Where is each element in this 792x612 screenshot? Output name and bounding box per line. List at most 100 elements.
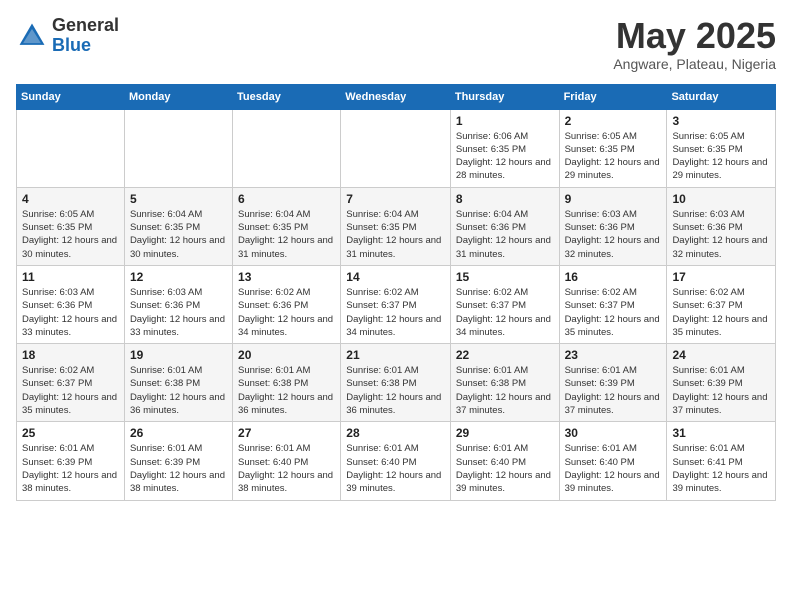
day-info: Sunrise: 6:01 AMSunset: 6:40 PMDaylight:… [238,442,335,495]
title-block: May 2025 Angware, Plateau, Nigeria [613,16,776,72]
day-number: 22 [456,348,554,362]
table-row [341,109,451,187]
day-number: 15 [456,270,554,284]
day-number: 27 [238,426,335,440]
day-info: Sunrise: 6:01 AMSunset: 6:40 PMDaylight:… [565,442,662,495]
table-row: 5 Sunrise: 6:04 AMSunset: 6:35 PMDaylight… [124,187,232,265]
table-row: 20 Sunrise: 6:01 AMSunset: 6:38 PMDayligh… [233,344,341,422]
day-info: Sunrise: 6:01 AMSunset: 6:39 PMDaylight:… [565,364,662,417]
header-sunday: Sunday [17,84,125,109]
day-number: 14 [346,270,445,284]
day-info: Sunrise: 6:02 AMSunset: 6:37 PMDaylight:… [672,286,770,339]
day-info: Sunrise: 6:04 AMSunset: 6:35 PMDaylight:… [130,208,227,261]
day-number: 20 [238,348,335,362]
table-row: 13 Sunrise: 6:02 AMSunset: 6:36 PMDayligh… [233,265,341,343]
day-info: Sunrise: 6:02 AMSunset: 6:37 PMDaylight:… [346,286,445,339]
day-info: Sunrise: 6:02 AMSunset: 6:37 PMDaylight:… [565,286,662,339]
day-number: 8 [456,192,554,206]
location-text: Angware, Plateau, Nigeria [613,56,776,72]
table-row: 7 Sunrise: 6:04 AMSunset: 6:35 PMDaylight… [341,187,451,265]
header-wednesday: Wednesday [341,84,451,109]
table-row: 16Sunrise: 6:02 AMSunset: 6:37 PMDayligh… [559,265,667,343]
table-row: 31 Sunrise: 6:01 AMSunset: 6:41 PMDayligh… [667,422,776,500]
day-info: Sunrise: 6:05 AMSunset: 6:35 PMDaylight:… [565,130,662,183]
table-row: 28 Sunrise: 6:01 AMSunset: 6:40 PMDayligh… [341,422,451,500]
table-row: 23 Sunrise: 6:01 AMSunset: 6:39 PMDayligh… [559,344,667,422]
table-row: 1 Sunrise: 6:06 AMSunset: 6:35 PMDaylight… [450,109,559,187]
day-number: 2 [565,114,662,128]
day-info: Sunrise: 6:02 AMSunset: 6:37 PMDaylight:… [22,364,119,417]
day-number: 13 [238,270,335,284]
day-info: Sunrise: 6:01 AMSunset: 6:38 PMDaylight:… [130,364,227,417]
day-info: Sunrise: 6:01 AMSunset: 6:38 PMDaylight:… [456,364,554,417]
table-row: 18 Sunrise: 6:02 AMSunset: 6:37 PMDayligh… [17,344,125,422]
table-row: 24 Sunrise: 6:01 AMSunset: 6:39 PMDayligh… [667,344,776,422]
table-row: 8Sunrise: 6:04 AMSunset: 6:36 PMDaylight… [450,187,559,265]
day-info: Sunrise: 6:01 AMSunset: 6:38 PMDaylight:… [238,364,335,417]
table-row: 30 Sunrise: 6:01 AMSunset: 6:40 PMDayligh… [559,422,667,500]
logo-icon [16,20,48,52]
header-saturday: Saturday [667,84,776,109]
logo-blue-text: Blue [52,36,119,56]
header-monday: Monday [124,84,232,109]
day-number: 18 [22,348,119,362]
table-row: 3 Sunrise: 6:05 AMSunset: 6:35 PMDaylight… [667,109,776,187]
day-info: Sunrise: 6:01 AMSunset: 6:39 PMDaylight:… [672,364,770,417]
table-row: 15 Sunrise: 6:02 AMSunset: 6:37 PMDayligh… [450,265,559,343]
table-row: 14 Sunrise: 6:02 AMSunset: 6:37 PMDayligh… [341,265,451,343]
day-info: Sunrise: 6:02 AMSunset: 6:36 PMDaylight:… [238,286,335,339]
table-row: 19 Sunrise: 6:01 AMSunset: 6:38 PMDayligh… [124,344,232,422]
day-number: 26 [130,426,227,440]
table-row: 21 Sunrise: 6:01 AMSunset: 6:38 PMDayligh… [341,344,451,422]
day-number: 19 [130,348,227,362]
day-number: 23 [565,348,662,362]
day-number: 21 [346,348,445,362]
table-row: 17 Sunrise: 6:02 AMSunset: 6:37 PMDayligh… [667,265,776,343]
day-number: 5 [130,192,227,206]
day-number: 17 [672,270,770,284]
day-info: Sunrise: 6:01 AMSunset: 6:39 PMDaylight:… [130,442,227,495]
table-row: 2 Sunrise: 6:05 AMSunset: 6:35 PMDaylight… [559,109,667,187]
header-thursday: Thursday [450,84,559,109]
day-info: Sunrise: 6:03 AMSunset: 6:36 PMDaylight:… [22,286,119,339]
day-info: Sunrise: 6:01 AMSunset: 6:38 PMDaylight:… [346,364,445,417]
day-number: 25 [22,426,119,440]
day-info: Sunrise: 6:03 AMSunset: 6:36 PMDaylight:… [130,286,227,339]
day-number: 31 [672,426,770,440]
day-number: 11 [22,270,119,284]
calendar-header: Sunday Monday Tuesday Wednesday Thursday… [17,84,776,109]
day-number: 7 [346,192,445,206]
day-number: 28 [346,426,445,440]
day-info: Sunrise: 6:01 AMSunset: 6:41 PMDaylight:… [672,442,770,495]
table-row: 4 Sunrise: 6:05 AMSunset: 6:35 PMDaylight… [17,187,125,265]
table-row: 6Sunrise: 6:04 AMSunset: 6:35 PMDaylight… [233,187,341,265]
day-number: 9 [565,192,662,206]
day-info: Sunrise: 6:04 AMSunset: 6:35 PMDaylight:… [346,208,445,261]
day-info: Sunrise: 6:05 AMSunset: 6:35 PMDaylight:… [672,130,770,183]
table-row [124,109,232,187]
day-number: 3 [672,114,770,128]
header-tuesday: Tuesday [233,84,341,109]
day-info: Sunrise: 6:04 AMSunset: 6:35 PMDaylight:… [238,208,335,261]
day-number: 30 [565,426,662,440]
table-row: 12Sunrise: 6:03 AMSunset: 6:36 PMDayligh… [124,265,232,343]
logo-general-text: General [52,16,119,36]
day-info: Sunrise: 6:06 AMSunset: 6:35 PMDaylight:… [456,130,554,183]
day-number: 29 [456,426,554,440]
day-info: Sunrise: 6:03 AMSunset: 6:36 PMDaylight:… [565,208,662,261]
day-number: 1 [456,114,554,128]
day-number: 4 [22,192,119,206]
table-row: 10Sunrise: 6:03 AMSunset: 6:36 PMDayligh… [667,187,776,265]
table-row: 29Sunrise: 6:01 AMSunset: 6:40 PMDayligh… [450,422,559,500]
table-row [233,109,341,187]
day-number: 24 [672,348,770,362]
table-row: 27 Sunrise: 6:01 AMSunset: 6:40 PMDayligh… [233,422,341,500]
day-info: Sunrise: 6:05 AMSunset: 6:35 PMDaylight:… [22,208,119,261]
day-info: Sunrise: 6:02 AMSunset: 6:37 PMDaylight:… [456,286,554,339]
day-info: Sunrise: 6:01 AMSunset: 6:40 PMDaylight:… [346,442,445,495]
table-row [17,109,125,187]
day-info: Sunrise: 6:03 AMSunset: 6:36 PMDaylight:… [672,208,770,261]
header-friday: Friday [559,84,667,109]
page-header: General Blue May 2025 Angware, Plateau, … [16,16,776,72]
calendar-table: Sunday Monday Tuesday Wednesday Thursday… [16,84,776,501]
